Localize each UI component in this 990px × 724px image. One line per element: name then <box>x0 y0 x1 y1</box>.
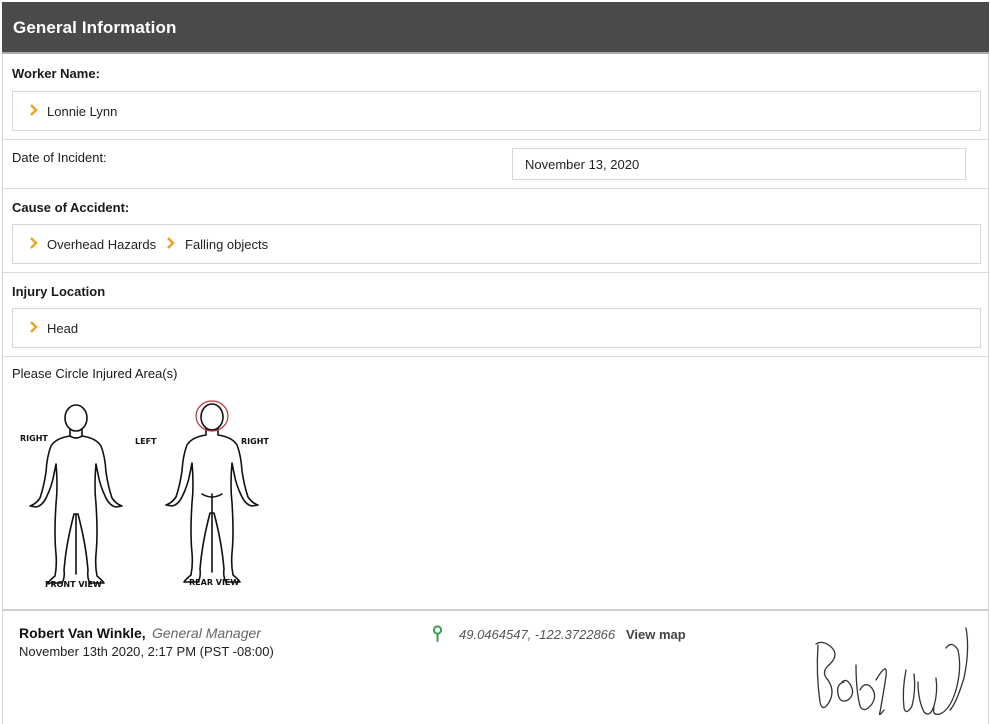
date-label: Date of Incident: <box>12 150 107 165</box>
injury-section: Injury Location Head <box>3 273 988 357</box>
chevron-right-icon <box>30 104 38 116</box>
cause-category: Overhead Hazards <box>47 237 157 252</box>
date-value: November 13, 2020 <box>525 157 640 172</box>
worker-name-label: Worker Name: <box>12 66 100 81</box>
injury-field[interactable]: Head <box>12 308 981 348</box>
injury-value: Head <box>47 321 79 336</box>
cause-subcategory: Falling objects <box>185 237 269 252</box>
diagram-label: Please Circle Injured Area(s) <box>12 366 178 381</box>
chevron-right-icon <box>30 237 38 249</box>
view-map-link[interactable]: View map <box>626 627 686 642</box>
worker-name-section: Worker Name: Lonnie Lynn <box>3 56 988 140</box>
signature-timestamp: November 13th 2020, 2:17 PM (PST -08:00) <box>19 644 274 659</box>
date-field[interactable]: November 13, 2020 <box>512 148 966 180</box>
location-pin-icon <box>432 625 443 642</box>
injury-label: Injury Location <box>12 284 106 299</box>
signer-name: Robert Van Winkle, <box>19 625 146 641</box>
right-label-front: RIGHT <box>20 434 48 443</box>
chevron-right-icon <box>30 321 38 333</box>
gps-coordinates: 49.0464547, -122.3722866 <box>459 627 616 642</box>
left-label: LEFT <box>135 437 157 446</box>
worker-name-value: Lonnie Lynn <box>47 104 118 119</box>
section-header: General Information <box>2 2 989 54</box>
worker-name-field[interactable]: Lonnie Lynn <box>12 91 981 131</box>
front-view-caption: FRONT VIEW <box>45 580 102 589</box>
cause-label: Cause of Accident: <box>12 200 130 215</box>
date-section: Date of Incident: November 13, 2020 <box>3 140 988 189</box>
rear-view-caption: REAR VIEW <box>189 578 239 587</box>
signer-role: General Manager <box>152 625 261 641</box>
front-body-figure <box>29 404 123 584</box>
right-label-rear: RIGHT <box>241 437 269 446</box>
body-diagram[interactable]: RIGHT LEFT RIGHT FRONT VIEW REAR VIEW <box>14 394 274 596</box>
chevron-right-icon <box>167 237 175 249</box>
cause-field[interactable]: Overhead Hazards Falling objects <box>12 224 981 264</box>
handwritten-signature <box>815 627 969 716</box>
page-title: General Information <box>13 18 177 37</box>
cause-section: Cause of Accident: Overhead Hazards Fall… <box>3 189 988 273</box>
